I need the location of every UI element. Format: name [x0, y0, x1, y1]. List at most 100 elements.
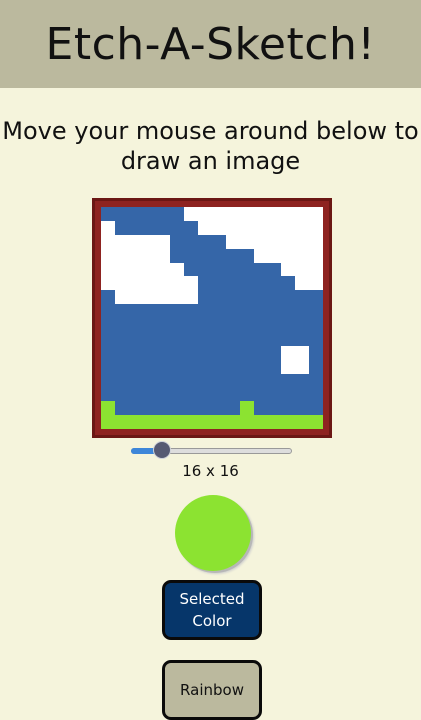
grid-cell[interactable]	[309, 248, 323, 263]
grid-cell[interactable]	[267, 220, 282, 235]
grid-cell[interactable]	[114, 220, 129, 235]
grid-cell[interactable]	[156, 276, 171, 291]
grid-cell[interactable]	[198, 207, 212, 221]
grid-cell[interactable]	[198, 276, 212, 291]
grid-cell[interactable]	[142, 331, 157, 346]
grid-cell[interactable]	[295, 234, 310, 249]
grid-cell[interactable]	[184, 207, 199, 221]
grid-cell[interactable]	[212, 290, 226, 305]
grid-cell[interactable]	[184, 373, 199, 388]
grid-cell[interactable]	[309, 290, 323, 305]
grid-cell[interactable]	[281, 359, 296, 374]
grid-cell[interactable]	[128, 220, 143, 235]
grid-cell[interactable]	[225, 207, 240, 221]
grid-cell[interactable]	[239, 220, 254, 235]
grid-cell[interactable]	[225, 220, 240, 235]
grid-cell[interactable]	[198, 373, 212, 388]
grid-cell[interactable]	[212, 304, 226, 318]
grid-cell[interactable]	[253, 262, 268, 277]
grid-cell[interactable]	[253, 387, 268, 402]
grid-cell[interactable]	[156, 359, 171, 374]
grid-cell[interactable]	[212, 262, 226, 277]
grid-cell[interactable]	[253, 248, 268, 263]
grid-cell[interactable]	[239, 331, 254, 346]
grid-cell[interactable]	[198, 318, 212, 332]
rainbow-button[interactable]: Rainbow	[162, 660, 262, 720]
grid-cell[interactable]	[253, 234, 268, 249]
grid-cell[interactable]	[281, 387, 296, 402]
grid-cell[interactable]	[170, 207, 185, 221]
grid-cell[interactable]	[198, 415, 212, 429]
grid-size-slider[interactable]	[131, 441, 292, 459]
grid-cell[interactable]	[128, 415, 143, 429]
grid-cell[interactable]	[281, 207, 296, 221]
grid-cell[interactable]	[281, 248, 296, 263]
grid-cell[interactable]	[281, 276, 296, 291]
grid-cell[interactable]	[212, 248, 226, 263]
grid-cell[interactable]	[114, 345, 129, 360]
grid-cell[interactable]	[253, 415, 268, 429]
grid-cell[interactable]	[114, 207, 129, 221]
grid-cell[interactable]	[156, 387, 171, 402]
grid-cell[interactable]	[170, 373, 185, 388]
grid-cell[interactable]	[170, 415, 185, 429]
grid-cell[interactable]	[198, 304, 212, 318]
grid-cell[interactable]	[212, 345, 226, 360]
grid-cell[interactable]	[184, 387, 199, 402]
grid-cell[interactable]	[295, 276, 310, 291]
grid-cell[interactable]	[239, 276, 254, 291]
grid-cell[interactable]	[198, 248, 212, 263]
grid-cell[interactable]	[239, 401, 254, 416]
grid-cell[interactable]	[239, 345, 254, 360]
grid-cell[interactable]	[267, 359, 282, 374]
grid-cell[interactable]	[156, 318, 171, 332]
grid-cell[interactable]	[128, 262, 143, 277]
grid-cell[interactable]	[114, 248, 129, 263]
grid-cell[interactable]	[281, 415, 296, 429]
grid-cell[interactable]	[281, 318, 296, 332]
sketch-grid[interactable]	[101, 207, 323, 429]
grid-cell[interactable]	[225, 276, 240, 291]
grid-cell[interactable]	[239, 373, 254, 388]
grid-cell[interactable]	[212, 276, 226, 291]
grid-cell[interactable]	[309, 220, 323, 235]
grid-cell[interactable]	[128, 345, 143, 360]
grid-cell[interactable]	[281, 304, 296, 318]
grid-cell[interactable]	[212, 359, 226, 374]
grid-cell[interactable]	[253, 207, 268, 221]
grid-cell[interactable]	[156, 248, 171, 263]
grid-cell[interactable]	[309, 401, 323, 416]
grid-cell[interactable]	[198, 234, 212, 249]
grid-cell[interactable]	[309, 415, 323, 429]
grid-cell[interactable]	[184, 318, 199, 332]
grid-cell[interactable]	[198, 401, 212, 416]
grid-cell[interactable]	[239, 318, 254, 332]
grid-cell[interactable]	[156, 304, 171, 318]
grid-cell[interactable]	[295, 345, 310, 360]
grid-cell[interactable]	[101, 207, 115, 221]
grid-cell[interactable]	[142, 234, 157, 249]
grid-cell[interactable]	[170, 345, 185, 360]
grid-cell[interactable]	[309, 207, 323, 221]
grid-cell[interactable]	[184, 290, 199, 305]
grid-cell[interactable]	[267, 290, 282, 305]
grid-cell[interactable]	[142, 276, 157, 291]
grid-cell[interactable]	[281, 401, 296, 416]
grid-cell[interactable]	[225, 331, 240, 346]
grid-cell[interactable]	[267, 387, 282, 402]
grid-cell[interactable]	[114, 262, 129, 277]
grid-cell[interactable]	[253, 359, 268, 374]
grid-cell[interactable]	[114, 318, 129, 332]
grid-cell[interactable]	[225, 401, 240, 416]
grid-cell[interactable]	[184, 401, 199, 416]
grid-cell[interactable]	[170, 262, 185, 277]
grid-cell[interactable]	[156, 345, 171, 360]
grid-cell[interactable]	[101, 359, 115, 374]
grid-cell[interactable]	[101, 373, 115, 388]
grid-cell[interactable]	[198, 262, 212, 277]
grid-cell[interactable]	[309, 345, 323, 360]
grid-cell[interactable]	[281, 220, 296, 235]
grid-cell[interactable]	[101, 262, 115, 277]
grid-cell[interactable]	[267, 234, 282, 249]
grid-cell[interactable]	[156, 290, 171, 305]
